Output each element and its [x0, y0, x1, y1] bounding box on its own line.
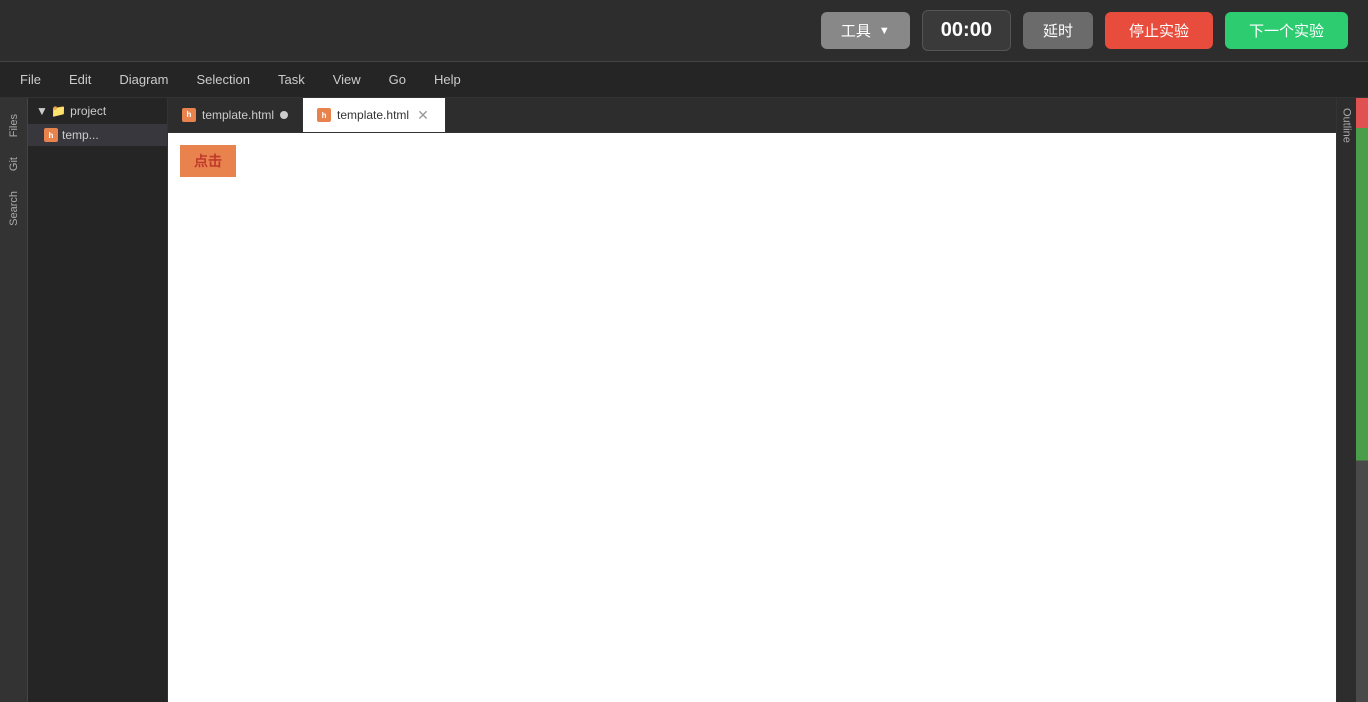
menu-item-diagram[interactable]: Diagram — [107, 68, 180, 91]
html-file-icon: h — [44, 128, 58, 142]
top-toolbar: 工具 ▼ 00:00 延时 停止实验 下一个实验 — [0, 0, 1368, 62]
unsaved-dot-1 — [280, 111, 288, 119]
dropdown-arrow-icon: ▼ — [879, 25, 890, 37]
file-tree-header[interactable]: ▼ 📁 project — [28, 98, 167, 124]
tab-label-2: template.html — [337, 108, 409, 122]
tab-bar: h template.html h template.html ✕ — [168, 98, 1336, 133]
project-label: project — [70, 104, 106, 118]
menu-item-task[interactable]: Task — [266, 68, 317, 91]
timer-display: 00:00 — [922, 10, 1011, 51]
file-label: temp... — [62, 128, 99, 142]
tab-close-button[interactable]: ✕ — [415, 107, 431, 124]
scrollbar-strip[interactable] — [1356, 98, 1368, 702]
file-tree: ▼ 📁 project h temp... — [28, 98, 168, 702]
sidebar-item-git[interactable]: Git — [4, 149, 24, 179]
click-button[interactable]: 点击 — [180, 145, 236, 177]
tab-template-2[interactable]: h template.html ✕ — [303, 98, 446, 132]
tool-button[interactable]: 工具 ▼ — [821, 12, 910, 49]
file-tree-item-template[interactable]: h temp... — [28, 124, 167, 146]
menu-item-view[interactable]: View — [321, 68, 373, 91]
outline-panel: Outline — [1336, 98, 1356, 702]
menu-item-file[interactable]: File — [8, 68, 53, 91]
menu-item-help[interactable]: Help — [422, 68, 473, 91]
tab-label-1: template.html — [202, 108, 274, 122]
outline-label[interactable]: Outline — [1341, 108, 1353, 143]
next-button[interactable]: 下一个实验 — [1225, 12, 1348, 49]
sidebar-item-files[interactable]: Files — [4, 106, 24, 145]
sidebar-item-search[interactable]: Search — [4, 183, 24, 234]
tool-label: 工具 — [841, 20, 871, 41]
tab-file-icon-2: h — [317, 108, 331, 122]
folder-icon: ▼ 📁 — [36, 104, 66, 118]
menu-bar: File Edit Diagram Selection Task View Go… — [0, 62, 1368, 98]
editor-content: 点击 — [168, 133, 1336, 702]
tab-file-icon-1: h — [182, 108, 196, 122]
menu-item-go[interactable]: Go — [377, 68, 418, 91]
menu-item-edit[interactable]: Edit — [57, 68, 103, 91]
delay-button[interactable]: 延时 — [1023, 12, 1093, 49]
menu-item-selection[interactable]: Selection — [184, 68, 261, 91]
tab-template-1[interactable]: h template.html — [168, 98, 303, 132]
editor-area: h template.html h template.html ✕ 点击 — [168, 98, 1336, 702]
stop-button[interactable]: 停止实验 — [1105, 12, 1213, 49]
main-layout: Files Git Search ▼ 📁 project h temp... h… — [0, 98, 1368, 702]
sidebar-icons: Files Git Search — [0, 98, 28, 702]
